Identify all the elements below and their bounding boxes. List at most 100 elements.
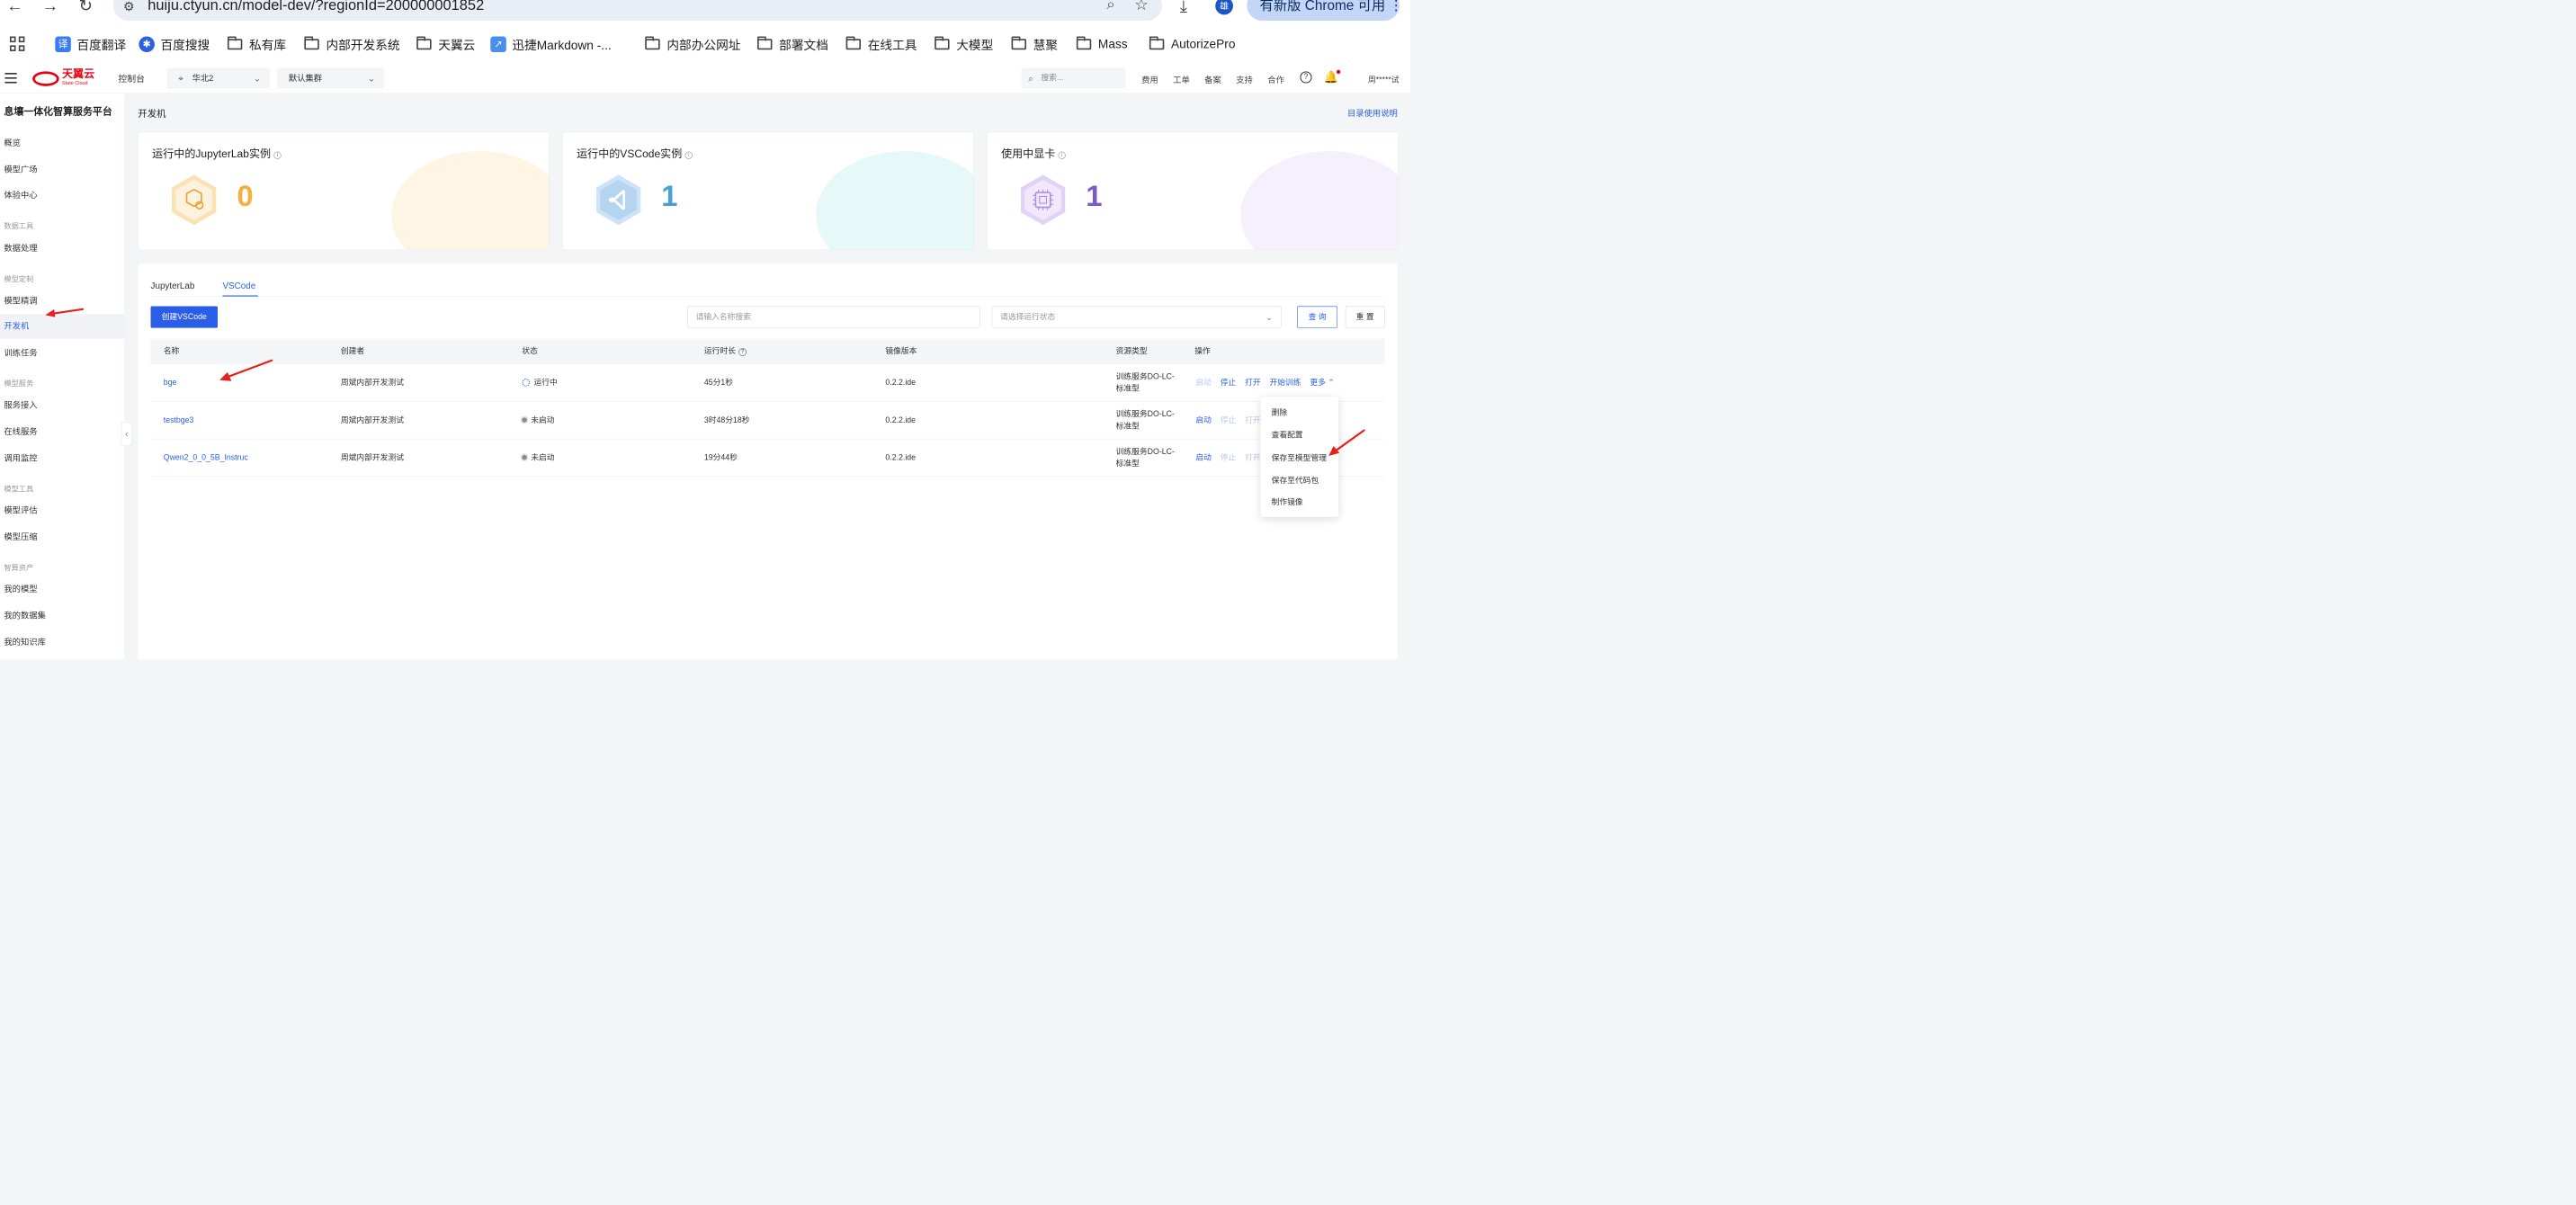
instance-name-link[interactable]: Qwen2_0_0_5B_Instruc: [164, 439, 248, 477]
status-cell: 未启动: [522, 439, 554, 477]
bookmark-item[interactable]: 天翼云: [416, 32, 475, 56]
menu-item-view-config[interactable]: 查看配置: [1272, 428, 1303, 440]
bookmark-star-icon[interactable]: ☆: [1134, 0, 1149, 13]
reset-button[interactable]: 重 置: [1345, 306, 1385, 328]
menu-item-save-to-model[interactable]: 保存至模型管理: [1272, 451, 1327, 463]
help-icon[interactable]: ?: [738, 348, 747, 356]
menu-item-make-image[interactable]: 制作镜像: [1272, 495, 1303, 507]
sidebar-item-model-plaza[interactable]: 模型广场: [0, 157, 125, 182]
bookmark-item[interactable]: ↗ 迅捷Markdown -...: [490, 32, 612, 56]
folder-icon: [416, 36, 432, 50]
menu-icon[interactable]: [4, 73, 17, 84]
profile-avatar[interactable]: 雄: [1215, 0, 1233, 15]
bookmark-item[interactable]: 译百度翻译: [55, 32, 126, 56]
menu-item-save-to-code-package[interactable]: 保存至代码包: [1272, 474, 1319, 486]
console-search-input[interactable]: ⌕ 搜索...: [1021, 67, 1126, 89]
sidebar-item-dev-machine[interactable]: 开发机: [0, 314, 125, 339]
console-link[interactable]: 控制台: [118, 72, 145, 85]
download-icon[interactable]: ⤓: [1180, 0, 1187, 16]
user-name[interactable]: 周*****试: [1368, 73, 1400, 85]
address-bar[interactable]: ⚙ huiju.ctyun.cn/model-dev/?regionId=200…: [112, 0, 1163, 21]
help-icon[interactable]: ?: [1300, 71, 1312, 84]
reload-icon[interactable]: ↻: [76, 0, 95, 16]
sidebar-group-model-custom: 模型定制: [4, 275, 34, 284]
bookmark-item[interactable]: 部署文档: [757, 32, 828, 56]
resource-type-cell: 训练服务DO-LC- 标准型: [1116, 446, 1175, 469]
status-cell: 未启动: [522, 402, 554, 440]
info-icon[interactable]: i: [1058, 151, 1066, 159]
open-button[interactable]: 打开: [1245, 439, 1261, 477]
create-vscode-button[interactable]: 创建VSCode: [150, 306, 218, 328]
sidebar-item-my-models[interactable]: 我的模型: [0, 577, 125, 602]
info-icon[interactable]: i: [273, 151, 282, 159]
query-button[interactable]: 查 询: [1297, 306, 1338, 328]
chrome-update-button[interactable]: 有新版 Chrome 可用 ⋮: [1247, 0, 1403, 21]
bookmark-item[interactable]: 在线工具: [845, 32, 917, 56]
logo-mark: [32, 71, 59, 86]
sidebar-item-online-service[interactable]: 在线服务: [0, 419, 125, 443]
doc-link[interactable]: 目录使用说明: [1347, 106, 1398, 119]
start-button[interactable]: 启动: [1195, 402, 1212, 440]
nav-link-support[interactable]: 支持: [1236, 73, 1253, 85]
nav-link-fee[interactable]: 费用: [1141, 73, 1158, 85]
bookmark-item[interactable]: AutorizePro: [1149, 32, 1235, 56]
stop-button[interactable]: 停止: [1221, 364, 1237, 402]
start-button[interactable]: 启动: [1195, 364, 1212, 402]
bookmark-item[interactable]: 内部办公网址: [645, 32, 740, 56]
sidebar-item-training-task[interactable]: 训练任务: [0, 341, 125, 365]
bookmark-item[interactable]: 大模型: [935, 32, 993, 56]
info-icon[interactable]: i: [684, 151, 693, 159]
forward-icon[interactable]: →: [40, 0, 60, 16]
tab-vscode[interactable]: VSCode: [222, 281, 255, 290]
bookmark-label: 大模型: [956, 38, 994, 53]
site-settings-icon[interactable]: ⚙: [123, 0, 135, 14]
nav-link-cooperation[interactable]: 合作: [1267, 73, 1284, 85]
sidebar-item-compression[interactable]: 模型压缩: [0, 525, 125, 549]
sidebar-item-evaluation[interactable]: 模型评估: [0, 498, 125, 522]
instance-name-link[interactable]: testbge3: [164, 402, 194, 440]
sidebar-item-call-monitor[interactable]: 调用监控: [0, 446, 125, 470]
open-button[interactable]: 打开: [1245, 364, 1261, 402]
cluster-select[interactable]: 默认集群 ⌄: [276, 67, 385, 89]
bookmark-item[interactable]: Mass: [1076, 32, 1128, 56]
sidebar-item-experience[interactable]: 体验中心: [0, 183, 125, 208]
nav-link-ticket[interactable]: 工单: [1173, 73, 1190, 85]
region-select[interactable]: ⌖ 华北2 ⌄: [166, 67, 271, 89]
zoom-icon[interactable]: ⌕: [1106, 0, 1114, 13]
sidebar-collapse-button[interactable]: ‹: [121, 422, 132, 447]
stop-button[interactable]: 停止: [1221, 402, 1237, 440]
sidebar-item-data-processing[interactable]: 数据处理: [0, 237, 125, 261]
sidebar-item-finetune[interactable]: 模型精调: [0, 289, 125, 313]
sidebar-group-data-tools: 数据工具: [4, 221, 34, 231]
jupyter-hex-icon: [172, 174, 217, 226]
menu-item-delete[interactable]: 删除: [1272, 406, 1288, 417]
sidebar-item-service-access[interactable]: 服务接入: [0, 393, 125, 417]
status-text: 未启动: [531, 415, 555, 424]
instance-name-link[interactable]: bge: [164, 364, 177, 402]
bookmark-item[interactable]: ✱ 百度搜搜: [139, 32, 210, 56]
bookmark-item[interactable]: 慧聚: [1011, 32, 1059, 56]
chevron-down-icon: ⌄: [1266, 312, 1274, 323]
start-button[interactable]: 启动: [1195, 439, 1212, 477]
running-spinner-icon: [522, 379, 531, 387]
sidebar-item-overview[interactable]: 概览: [0, 131, 125, 156]
back-icon[interactable]: ←: [4, 0, 24, 16]
bookmark-item[interactable]: 私有库: [227, 32, 286, 56]
search-placeholder: 搜索...: [1041, 74, 1064, 83]
chevron-down-icon: ⌄: [367, 73, 376, 84]
tab-jupyterlab[interactable]: JupyterLab: [151, 281, 195, 290]
bell-icon[interactable]: 🔔: [1324, 69, 1341, 85]
url-text[interactable]: huiju.ctyun.cn/model-dev/?regionId=20000…: [148, 0, 484, 13]
bookmark-label: 慧聚: [1033, 38, 1059, 53]
bookmark-item[interactable]: 内部开发系统: [304, 32, 400, 56]
ctyun-logo[interactable]: 天翼云 State Cloud: [32, 68, 94, 89]
sidebar-item-my-datasets[interactable]: 我的数据集: [0, 603, 125, 628]
stop-button[interactable]: 停止: [1221, 439, 1237, 477]
name-search-input[interactable]: 请输入名称搜索: [687, 306, 980, 328]
open-button[interactable]: 打开: [1245, 402, 1261, 440]
status-select[interactable]: 请选择运行状态 ⌄: [991, 306, 1282, 328]
nav-link-filing[interactable]: 备案: [1204, 73, 1221, 85]
card-decoration: [391, 151, 550, 250]
sidebar-item-my-knowledge[interactable]: 我的知识库: [0, 630, 125, 655]
duration-cell: 19分44秒: [703, 453, 738, 462]
